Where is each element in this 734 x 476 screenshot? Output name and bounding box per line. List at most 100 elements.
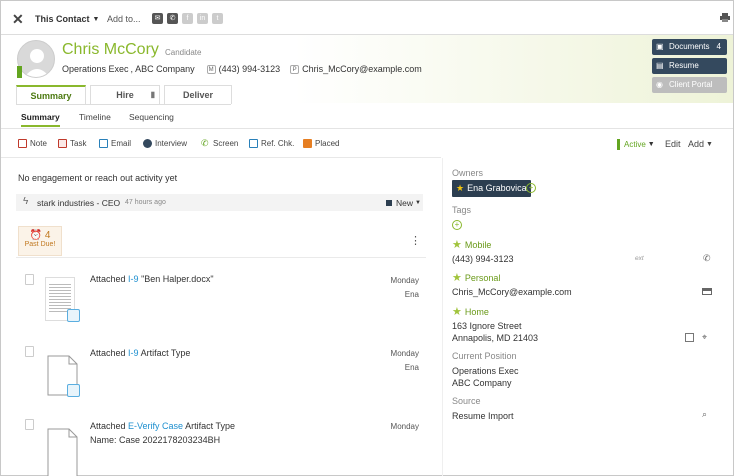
resume-label: Resume — [669, 61, 699, 70]
personal-label: Personal — [464, 272, 501, 283]
tags-label: Tags — [452, 205, 472, 215]
job-row[interactable]: ϟ stark industries - CEO 47 hours ago Ne… — [16, 194, 423, 211]
subtab-timeline[interactable]: Timeline — [79, 112, 111, 122]
tab-deliver[interactable]: Deliver — [164, 85, 232, 104]
home-line1: 163 Ignore Street — [452, 321, 522, 331]
close-icon[interactable]: ✕ — [12, 11, 24, 28]
past-due-box[interactable]: ⏰ 4 Past Due! — [18, 226, 62, 256]
tab-hire-label: Hire — [116, 90, 134, 100]
search-icon[interactable]: ⌕ — [702, 409, 707, 420]
bookmark-icon: ▮ — [150, 90, 155, 99]
placed-label: Placed — [315, 139, 340, 148]
screen-label: Screen — [213, 139, 239, 148]
note-action[interactable]: Note — [18, 139, 47, 148]
phone-icon[interactable]: ✆ — [167, 13, 178, 24]
client-portal-button[interactable]: ◉ Client Portal — [652, 77, 727, 93]
print-icon[interactable] — [720, 13, 730, 22]
separator: , — [130, 64, 134, 74]
status-dropdown[interactable]: Active ▼ — [617, 139, 655, 150]
source-label: Source — [452, 396, 481, 406]
thumbnail-lines — [49, 282, 71, 312]
feed-prefix: Attached — [90, 274, 126, 284]
owner-chip[interactable]: ★ Ena Grabovica — [452, 180, 531, 197]
header-email[interactable]: Chris_McCory@example.com — [302, 64, 422, 74]
company-name: ABC Company — [135, 64, 195, 74]
blank-document-icon[interactable] — [47, 428, 80, 476]
contact-name: Chris McCory — [62, 41, 159, 58]
tab-hire[interactable]: Hire ▮ — [90, 85, 160, 104]
star-icon: ★ — [452, 239, 462, 251]
top-bar: ✕ This Contact ▼ Add to... ✉ ✆ f in t — [1, 1, 733, 35]
portal-icon: ◉ — [656, 80, 663, 89]
file-icon — [25, 419, 34, 430]
status-label: Active — [624, 140, 646, 149]
add-tag-icon[interactable]: + — [452, 220, 462, 230]
resume-button[interactable]: ▤ Resume — [652, 58, 727, 74]
twitter-icon[interactable]: t — [212, 13, 223, 24]
mobile-label: Mobile — [464, 239, 492, 250]
tab-divider — [16, 104, 231, 105]
mobile-value[interactable]: (443) 994-3123 — [452, 254, 514, 264]
context-dropdown[interactable]: This Contact ▼ — [35, 14, 99, 24]
feed-link[interactable]: I-9 — [128, 348, 139, 358]
past-due-count: 4 — [44, 230, 51, 241]
job-title-text[interactable]: stark industries - CEO — [37, 198, 120, 208]
feed-link[interactable]: I-9 — [128, 274, 139, 284]
doc-badge-icon — [67, 309, 80, 322]
ref-check-action[interactable]: Ref. Chk. — [249, 139, 294, 148]
documents-button[interactable]: ▣ Documents 4 — [652, 39, 727, 55]
home-heading: ★ Home — [452, 305, 489, 318]
personal-heading: ★ Personal — [452, 271, 500, 284]
copy-icon[interactable] — [685, 333, 694, 342]
mail-icon[interactable]: ✉ — [152, 13, 163, 24]
contact-icons: ✉ ✆ f in t — [152, 13, 227, 24]
subtab-sequencing[interactable]: Sequencing — [129, 112, 174, 122]
feed-item-text: Attached I-9 Artifact Type — [90, 348, 190, 358]
tab-summary[interactable]: Summary — [16, 85, 86, 104]
email-action[interactable]: Email — [99, 139, 131, 148]
placed-action[interactable]: Placed — [303, 139, 339, 148]
note-icon — [18, 139, 27, 148]
panel-separator — [442, 158, 443, 476]
subtab-summary[interactable]: Summary — [21, 112, 60, 127]
star-icon: ★ — [452, 272, 462, 284]
feed-link[interactable]: E-Verify Case — [128, 421, 183, 431]
job-title: Operations Exec — [62, 64, 129, 74]
task-action[interactable]: Task — [58, 139, 86, 148]
feed-prefix: Attached — [90, 348, 126, 358]
linkedin-icon[interactable]: in — [197, 13, 208, 24]
add-to-button[interactable]: Add to... — [107, 14, 141, 24]
caret-down-icon: ▼ — [92, 15, 100, 23]
past-due-label: Past Due! — [24, 241, 56, 248]
past-due-row: ⏰ 4 — [19, 230, 61, 241]
feed-day: Monday — [390, 276, 419, 285]
caret-down-icon: ▼ — [706, 140, 713, 148]
map-pin-icon[interactable]: ⌖ — [702, 332, 707, 343]
feed-suffix: Artifact Type — [140, 348, 191, 358]
status-indicator — [617, 139, 620, 150]
interview-action[interactable]: Interview — [143, 139, 187, 148]
add-dropdown[interactable]: Add ▼ — [688, 139, 713, 149]
person-icon — [24, 49, 50, 77]
candidate-badge: Candidate — [165, 48, 202, 57]
feed-divider — [16, 257, 426, 258]
feed-user: Ena — [404, 290, 419, 299]
edit-button[interactable]: Edit — [665, 139, 681, 149]
header-phone[interactable]: (443) 994-3123 — [219, 64, 281, 74]
more-options-icon[interactable]: ⋮ — [410, 234, 421, 247]
phone-icon[interactable]: ✆ — [703, 253, 711, 264]
facebook-icon[interactable]: f — [182, 13, 193, 24]
email-send-icon[interactable] — [702, 288, 712, 295]
avatar — [17, 40, 55, 78]
feed-suffix: Artifact Type — [185, 421, 235, 431]
feed-suffix: "Ben Halper.docx" — [141, 274, 214, 284]
job-status-dropdown[interactable]: New ▼ — [386, 198, 421, 208]
actions-divider — [1, 157, 441, 158]
doc-badge-icon — [67, 384, 80, 397]
ref-check-icon — [249, 139, 258, 148]
screen-phone-icon: ✆ — [201, 138, 209, 148]
screen-action[interactable]: ✆ Screen — [201, 138, 239, 149]
people-icon — [143, 139, 152, 148]
add-owner-icon[interactable]: + — [526, 183, 536, 193]
personal-email[interactable]: Chris_McCory@example.com — [452, 287, 572, 297]
